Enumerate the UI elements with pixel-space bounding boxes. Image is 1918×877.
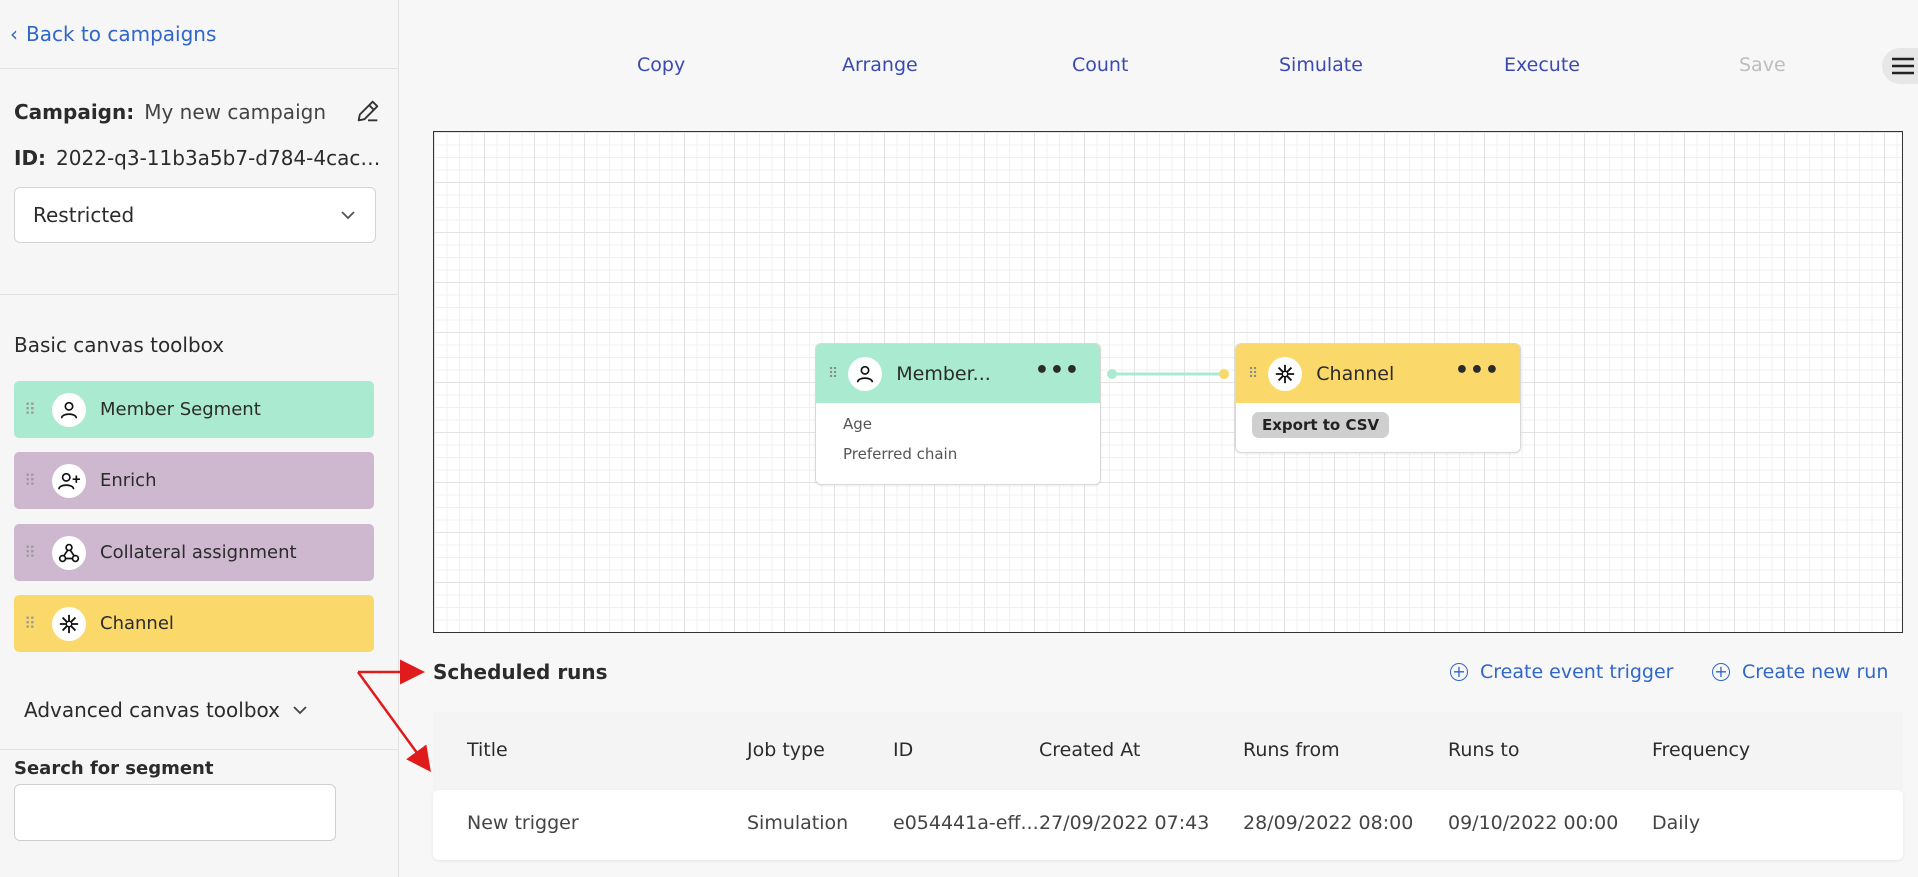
person-add-icon	[52, 463, 86, 498]
tool-member-segment[interactable]: ⠿ Member Segment	[14, 381, 374, 438]
node-connector	[1107, 369, 1229, 379]
more-options-icon[interactable]: •••	[1035, 358, 1080, 383]
node-attribute: Age	[843, 415, 873, 433]
asterisk-icon	[1268, 356, 1303, 391]
access-select[interactable]: Restricted	[14, 187, 376, 243]
campaign-id-row: ID: 2022-q3-11b3a5b7-d784-4cac-af...	[14, 146, 384, 170]
cell-id: e054441a-eff...	[893, 812, 1039, 834]
runs-table-header: Title Job type ID Created At Runs from R…	[433, 712, 1903, 790]
asterisk-icon	[52, 606, 86, 641]
node-header: ⠿ Channel •••	[1236, 344, 1520, 403]
advanced-toolbox-title: Advanced canvas toolbox	[24, 698, 280, 722]
drag-handle-icon[interactable]: ⠿	[24, 614, 40, 633]
create-new-run-label: Create new run	[1742, 661, 1889, 683]
chevron-down-icon	[341, 211, 355, 220]
column-header: Title	[467, 739, 508, 761]
cell-runs-to: 09/10/2022 00:00	[1448, 812, 1619, 834]
plus-circle-icon: +	[1712, 663, 1730, 681]
cell-job-type: Simulation	[747, 812, 849, 834]
campaign-label: Campaign:	[14, 100, 135, 124]
node-header: ⠿ Member... •••	[816, 344, 1100, 403]
canvas-node-channel[interactable]: ⠿ Channel ••• Export to CSV	[1235, 343, 1521, 453]
cell-created-at: 27/09/2022 07:43	[1039, 812, 1210, 834]
drag-handle-icon[interactable]: ⠿	[24, 543, 40, 562]
back-to-campaigns-link[interactable]: ‹ Back to campaigns	[10, 22, 216, 46]
chevron-down-icon	[293, 706, 307, 715]
copy-button[interactable]: Copy	[637, 54, 685, 76]
drag-handle-icon[interactable]: ⠿	[828, 366, 838, 382]
simulate-button[interactable]: Simulate	[1279, 54, 1363, 76]
drag-handle-icon[interactable]: ⠿	[1248, 366, 1258, 382]
search-segment-input[interactable]	[14, 784, 336, 841]
tool-label: Member Segment	[100, 399, 261, 420]
node-title: Member...	[896, 362, 991, 385]
more-options-icon[interactable]: •••	[1455, 358, 1500, 383]
create-event-trigger-label: Create event trigger	[1480, 661, 1674, 683]
canvas-node-member-segment[interactable]: ⠿ Member... ••• Age Preferred chain	[815, 343, 1101, 485]
divider	[0, 294, 398, 295]
tool-label: Enrich	[100, 470, 157, 491]
count-button[interactable]: Count	[1072, 54, 1128, 76]
save-button[interactable]: Save	[1739, 54, 1786, 76]
node-title: Channel	[1316, 362, 1395, 385]
person-icon	[52, 392, 86, 427]
tool-label: Channel	[100, 613, 174, 634]
divider	[0, 749, 398, 750]
column-header: Runs to	[1448, 739, 1520, 761]
scheduled-runs-title: Scheduled runs	[433, 660, 608, 684]
divider	[0, 68, 398, 69]
campaign-name: My new campaign	[144, 100, 326, 124]
execute-button[interactable]: Execute	[1504, 54, 1580, 76]
cell-title: New trigger	[467, 812, 579, 834]
tool-collateral-assignment[interactable]: ⠿ Collateral assignment	[14, 524, 374, 581]
cell-runs-from: 28/09/2022 08:00	[1243, 812, 1414, 834]
chevron-left-icon: ‹	[10, 22, 18, 46]
sidebar: ‹ Back to campaigns Campaign: My new cam…	[0, 0, 399, 877]
campaign-row: Campaign: My new campaign	[14, 100, 384, 124]
create-event-trigger-button[interactable]: + Create event trigger	[1450, 661, 1674, 683]
access-select-value: Restricted	[33, 203, 135, 227]
column-header: Frequency	[1652, 739, 1751, 761]
column-header: Job type	[747, 739, 825, 761]
hamburger-menu-icon	[1892, 57, 1914, 75]
back-link-label: Back to campaigns	[26, 22, 217, 46]
tool-label: Collateral assignment	[100, 542, 297, 563]
campaign-id-value: 2022-q3-11b3a5b7-d784-4cac-af...	[56, 146, 384, 170]
basic-toolbox-title: Basic canvas toolbox	[14, 333, 225, 357]
workflow-canvas[interactable]: ⠿ Member... ••• Age Preferred chain ⠿ Ch…	[433, 131, 1903, 633]
menu-button[interactable]	[1882, 48, 1918, 84]
cell-frequency: Daily	[1652, 812, 1701, 834]
create-new-run-button[interactable]: + Create new run	[1712, 661, 1888, 683]
pencil-icon[interactable]	[354, 97, 382, 125]
export-badge: Export to CSV	[1252, 412, 1390, 438]
drag-handle-icon[interactable]: ⠿	[24, 400, 40, 419]
table-row[interactable]: New trigger Simulation e054441a-eff... 2…	[433, 790, 1903, 860]
arrange-button[interactable]: Arrange	[842, 54, 918, 76]
tool-enrich[interactable]: ⠿ Enrich	[14, 452, 374, 509]
drag-handle-icon[interactable]: ⠿	[24, 471, 40, 490]
node-attribute: Preferred chain	[843, 445, 958, 463]
advanced-toolbox-toggle[interactable]: Advanced canvas toolbox	[24, 698, 308, 722]
column-header: Created At	[1039, 739, 1141, 761]
tool-channel[interactable]: ⠿ Channel	[14, 595, 374, 652]
id-label: ID:	[14, 146, 47, 170]
column-header: ID	[893, 739, 914, 761]
share-nodes-icon	[52, 535, 86, 570]
search-segment-label: Search for segment	[14, 758, 214, 779]
column-header: Runs from	[1243, 739, 1340, 761]
person-icon	[848, 356, 883, 391]
plus-circle-icon: +	[1450, 663, 1468, 681]
